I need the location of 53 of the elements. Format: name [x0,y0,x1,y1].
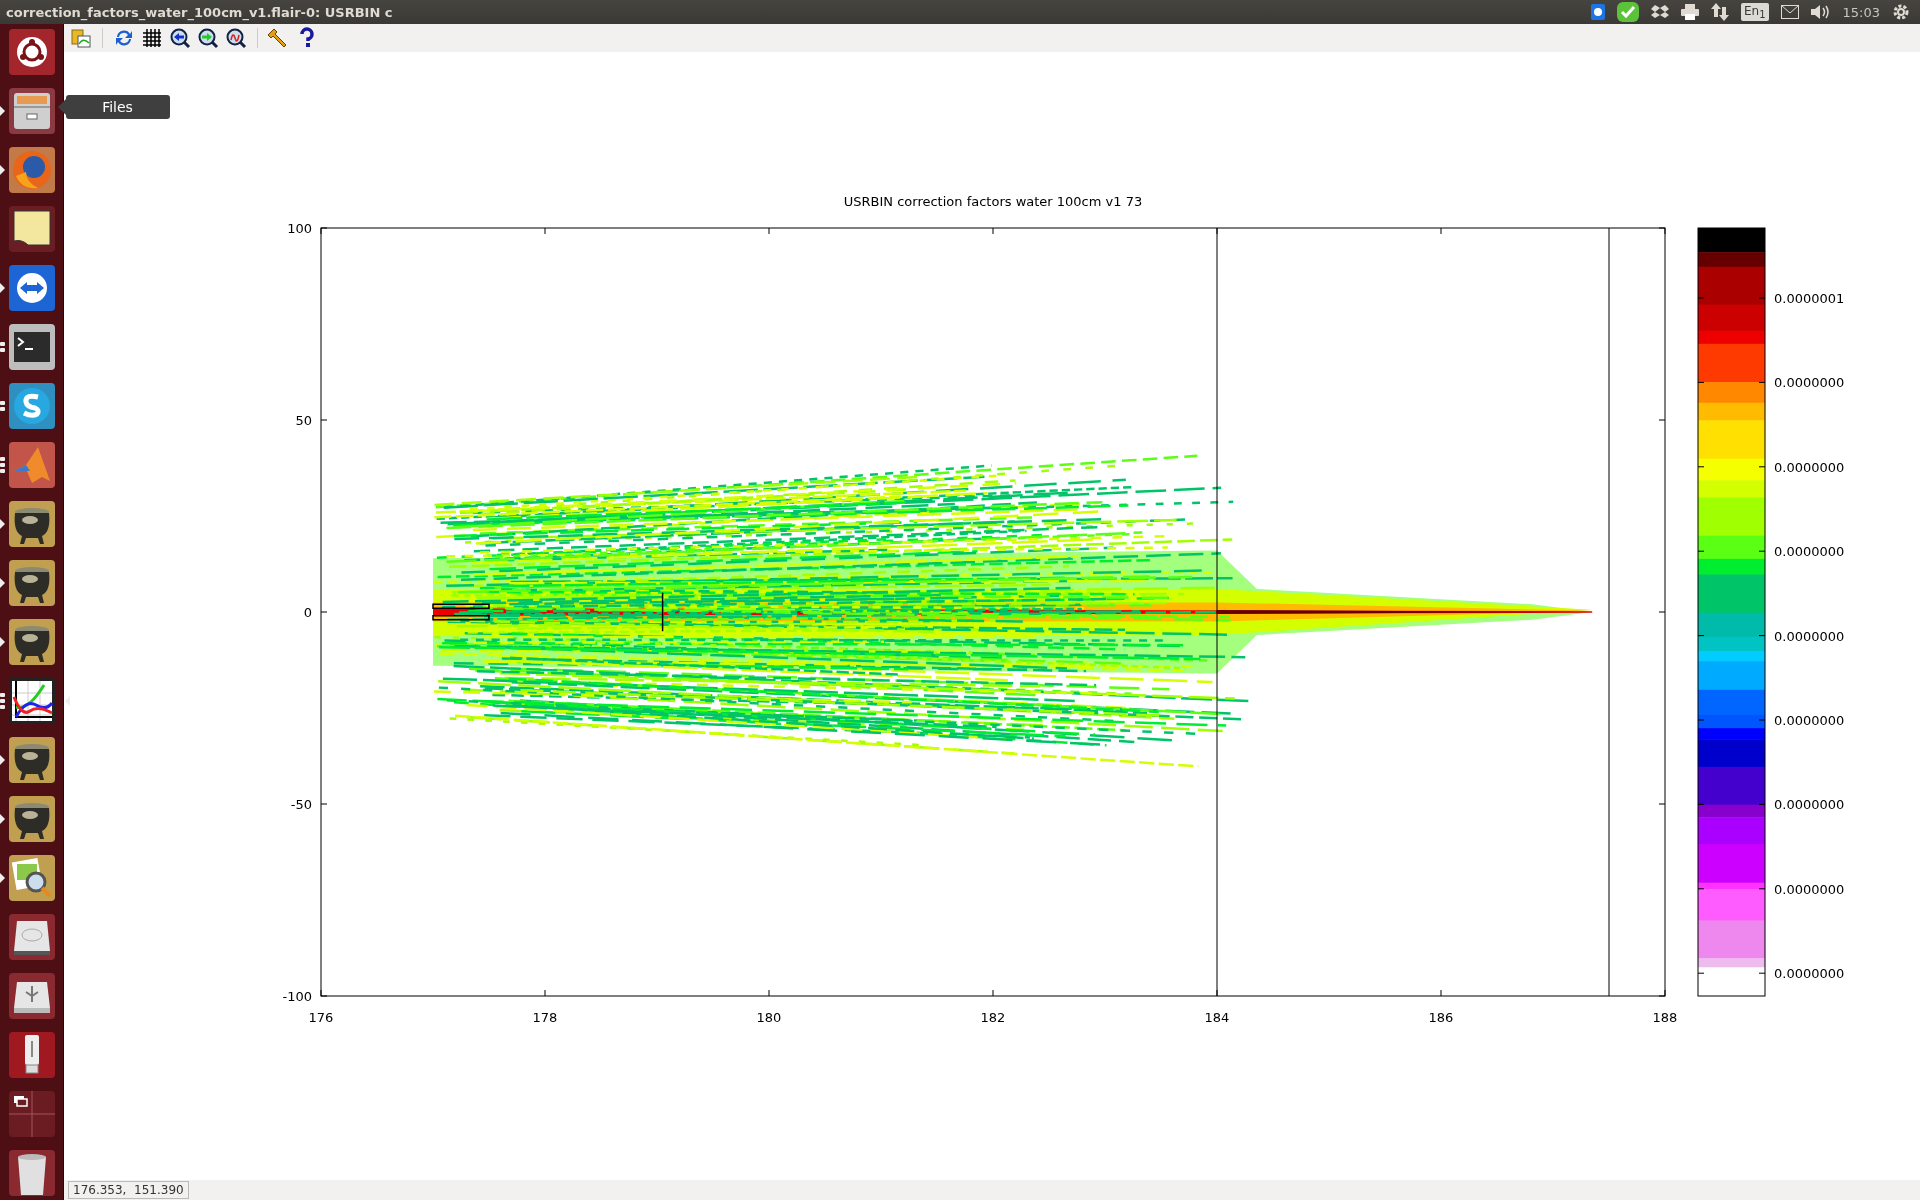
plot-title: USRBIN correction factors water 100cm v1 73 [843,193,1143,209]
colorbar-label: 0.0000000 [1774,712,1845,728]
y-tick-label: 50 [295,412,312,428]
viewer-launcher-icon[interactable] [7,854,56,902]
colorbar-label: 0.0000000 [1774,459,1845,475]
colorbar-label: 0.0000000 [1774,543,1845,559]
keyboard-layout-indicator[interactable]: En$_{1}$ [1740,2,1769,22]
y-tick-label: -100 [282,988,312,1004]
mail-icon[interactable] [1780,5,1799,19]
workspaces-launcher-icon[interactable] [7,1090,56,1138]
y-tick-label: 0 [303,604,312,620]
colorbar-label: 0.0000000 [1774,797,1845,813]
colorbar-label: 0.0000001 [1774,290,1845,306]
pot-launcher-icon[interactable] [7,500,56,548]
window-title: correction_factors_water_100cm_v1.flair-0: USRBIN c [6,4,394,20]
y-tick-label: 100 [287,220,312,236]
usbstick-launcher-icon[interactable] [7,1031,56,1079]
zoom-in-icon[interactable] [197,26,219,49]
pot-launcher-icon[interactable] [7,559,56,607]
colorbar-label: 0.0000000 [1774,375,1845,391]
x-tick-label: 188 [1652,1009,1678,1025]
x-tick-label: 184 [1204,1009,1230,1025]
trash-launcher-icon[interactable] [7,1149,56,1197]
network-arrows-icon[interactable] [1710,3,1729,21]
check-icon[interactable] [1616,2,1639,22]
colorbar-label: 0.0000000 [1774,965,1845,981]
pot-launcher-icon[interactable] [7,618,56,666]
tooltip-pointer-icon [57,99,66,115]
clipboard-chart-icon[interactable] [70,26,92,49]
disk-launcher-icon[interactable] [7,913,56,961]
plot-launcher-icon[interactable] [7,677,56,725]
files-launcher-icon[interactable] [7,87,56,135]
cursor-coordinates: 176.353, 151.390 [68,1180,189,1199]
x-tick-label: 182 [980,1009,1006,1025]
settings-icon[interactable] [1892,3,1910,21]
colorbar-label: 0.0000000 [1774,628,1845,644]
notes-launcher-icon[interactable] [7,205,56,253]
pot-launcher-icon[interactable] [7,795,56,843]
usbdrive-launcher-icon[interactable] [7,972,56,1020]
x-tick-label: 176 [308,1009,334,1025]
x-tick-label: 180 [756,1009,782,1025]
zoom-fit-icon[interactable] [225,26,247,49]
terminal-launcher-icon[interactable] [7,323,56,371]
pot-launcher-icon[interactable] [7,736,56,784]
printer-icon[interactable] [1680,4,1699,20]
y-tick-label: -50 [290,796,312,812]
colorbar-label: 0.0000000 [1774,881,1845,897]
x-tick-label: 178 [532,1009,558,1025]
zoom-out-icon[interactable] [169,26,191,49]
clock[interactable]: 15:03 [1842,4,1880,20]
speaker-icon[interactable] [1810,4,1831,20]
grid-icon[interactable] [141,26,163,49]
x-tick-label: 186 [1428,1009,1454,1025]
